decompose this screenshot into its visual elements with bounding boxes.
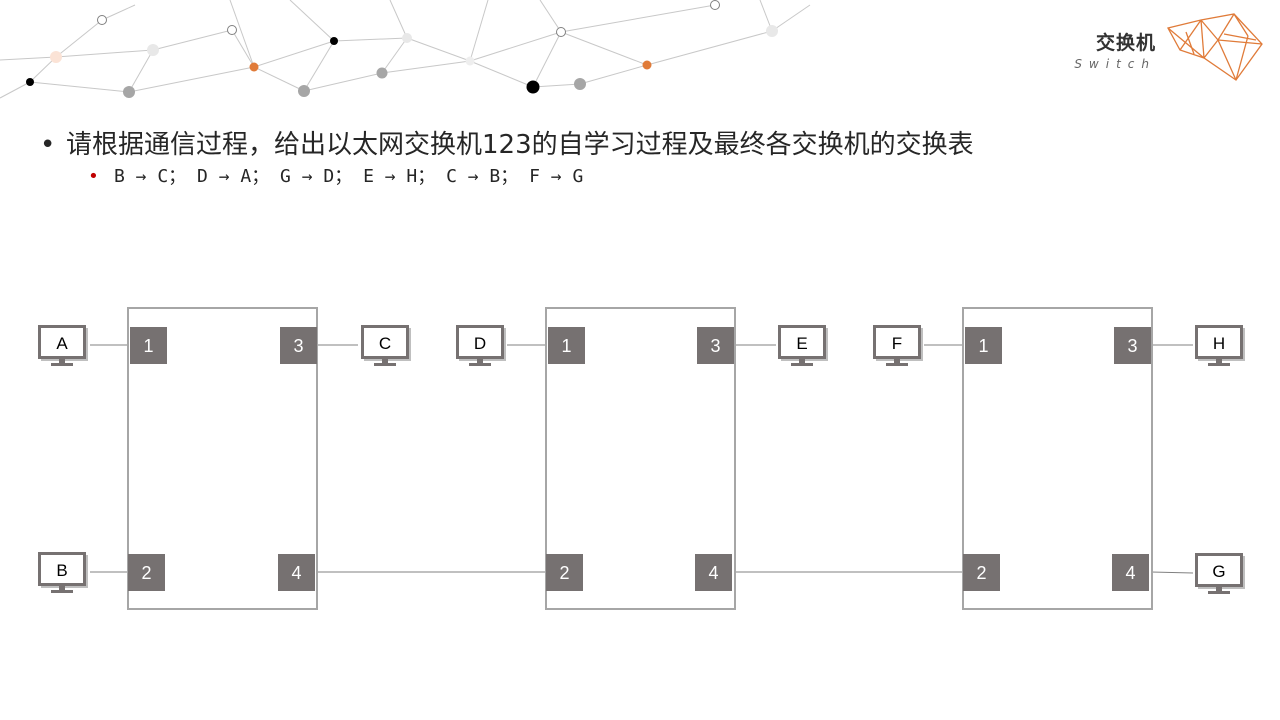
monitor-base <box>374 363 396 366</box>
host-label: H <box>1213 334 1225 353</box>
monitor-stand <box>799 359 805 363</box>
host-c: C <box>361 325 411 366</box>
port-label: 1 <box>561 336 571 356</box>
switch-2: 1 2 3 4 <box>545 307 736 610</box>
host-a: A <box>38 325 88 366</box>
monitor-stand <box>477 359 483 363</box>
port-label: 4 <box>1125 563 1135 583</box>
link-s3-g <box>1150 571 1194 574</box>
port-label: 1 <box>143 336 153 356</box>
host-b: B <box>38 552 88 593</box>
port-label: 3 <box>1127 336 1137 356</box>
port-label: 1 <box>978 336 988 356</box>
monitor-stand <box>382 359 388 363</box>
host-label: F <box>892 334 902 353</box>
port-label: 3 <box>293 336 303 356</box>
monitor-stand <box>59 586 65 590</box>
monitor-base <box>791 363 813 366</box>
switch-1: 1 2 3 4 <box>127 307 318 610</box>
port-label: 4 <box>708 563 718 583</box>
hosts: A B C D E F H G <box>38 325 1245 594</box>
switch-3: 1 2 3 4 <box>962 307 1153 610</box>
host-g: G <box>1195 553 1245 594</box>
port-label: 2 <box>141 563 151 583</box>
monitor-stand <box>1216 587 1222 591</box>
host-h: H <box>1195 325 1245 366</box>
monitor-base <box>1208 591 1230 594</box>
port-label: 3 <box>710 336 720 356</box>
monitor-base <box>1208 363 1230 366</box>
port-label: 4 <box>291 563 301 583</box>
monitor-stand <box>894 359 900 363</box>
host-label: C <box>379 334 391 353</box>
host-label: D <box>474 334 486 353</box>
host-label: B <box>56 561 67 580</box>
monitor-base <box>51 363 73 366</box>
monitor-base <box>886 363 908 366</box>
host-label: G <box>1212 562 1225 581</box>
port-label: 2 <box>559 563 569 583</box>
switch-topology-diagram: 1 2 3 4 1 2 3 4 1 2 3 4 A B C D E F H G <box>38 307 1245 610</box>
monitor-base <box>469 363 491 366</box>
port-label: 2 <box>976 563 986 583</box>
host-d: D <box>456 325 506 366</box>
host-e: E <box>778 325 828 366</box>
host-label: A <box>56 334 68 353</box>
monitor-base <box>51 590 73 593</box>
host-f: F <box>873 325 923 366</box>
monitor-stand <box>1216 359 1222 363</box>
host-label: E <box>796 334 807 353</box>
monitor-stand <box>59 359 65 363</box>
links <box>90 344 1194 574</box>
